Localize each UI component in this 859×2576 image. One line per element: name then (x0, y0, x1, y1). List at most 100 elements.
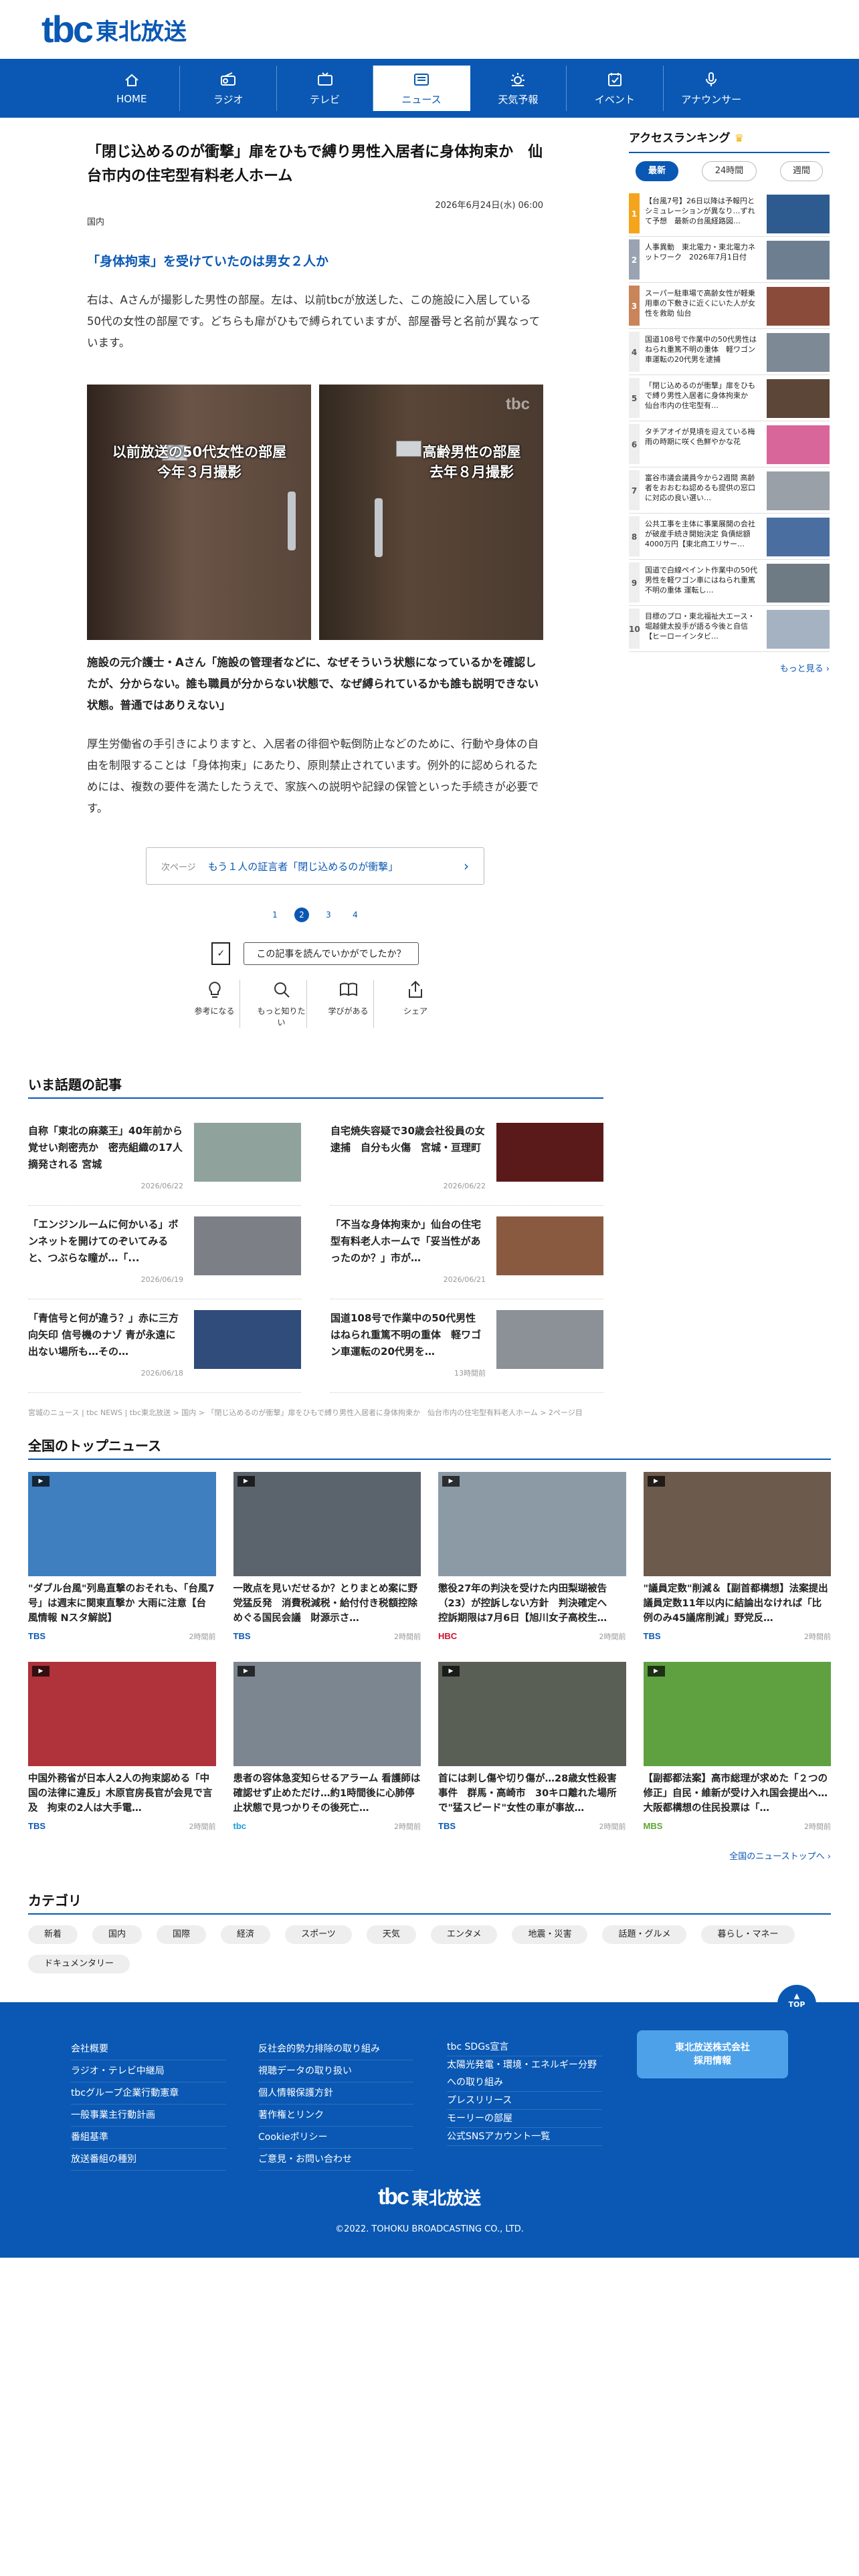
nav-item-4[interactable]: 天気予報 (470, 66, 567, 111)
top-news-card[interactable]: ▶ "ダブル台風"列島直撃のおそれも、「台風7号」は週末に関東直撃か 大雨に注意【… (28, 1472, 216, 1642)
hot-article-title: 「不当な身体拘束か」仙台の住宅型有料老人ホームで「妥当性があったのか？」市が… 2… (330, 1216, 496, 1288)
reaction-button-0[interactable]: 参考になる (189, 980, 240, 1028)
reaction-button-1[interactable]: もっと知りたい (256, 980, 307, 1028)
ranking-more-link[interactable]: もっと見る › (629, 661, 830, 674)
footer-col-1: 会社概要 ラジオ・テレビ中継局 tbcグループ企業行動憲章 一般事業主行動計画 番組基準… (71, 2038, 226, 2171)
footer-link[interactable]: 著作権とリンク (258, 2105, 413, 2127)
logo-tbc: tbc (41, 8, 94, 50)
crown-icon: ♛ (734, 132, 744, 144)
category-chip[interactable]: 地震・災害 (512, 1925, 588, 1944)
ranking-tab-0[interactable]: 最新 (636, 161, 678, 181)
next-page-link[interactable]: 次ページ もう１人の証言者「閉じ込めるのが衝撃」 › (146, 847, 484, 885)
site-logo[interactable]: tbc 東北放送 (41, 11, 187, 48)
footer-link[interactable]: ラジオ・テレビ中継局 (71, 2060, 226, 2082)
footer-link[interactable]: 太陽光発電・環境・エネルギー分野への取り組み (447, 2056, 602, 2092)
footer-link[interactable]: tbc SDGs宣言 (447, 2038, 602, 2056)
nav-item-0[interactable]: HOME (84, 66, 181, 111)
ranking-item[interactable]: 8 公共工事を主体に事業展開の会社が破産手続き開始決定 負債総額4000万円【東北… (629, 514, 830, 560)
reaction-button-2[interactable]: 学びがある (323, 980, 374, 1028)
ranking-item[interactable]: 1 【台風7号】26日以降は予報円とシミュレーションが異なり…ずれて予想 最新の台… (629, 191, 830, 237)
footer-link[interactable]: 番組基準 (71, 2127, 226, 2149)
top-news-card[interactable]: ▶ 一敗点を見いだせるか？とりまとめ案に野党猛反発 消費税減税・給付付き税額控除め… (233, 1472, 421, 1642)
categories-title: カテゴリ (28, 1890, 831, 1915)
ranking-item[interactable]: 10 目標のプロ・東北福祉大エース・堀越健太投手が語る今後と自信【ヒーローインタビ… (629, 606, 830, 652)
article-category[interactable]: 国内 (87, 215, 543, 227)
door-handle-left (288, 492, 296, 550)
feedback-question: この記事を読んでいかがでしたか？ (244, 942, 419, 965)
footer-link[interactable]: 公式SNSアカウント一覧 (447, 2128, 602, 2146)
ranking-item-title: 【台風7号】26日以降は予報円とシミュレーションが異なり…ずれて予想 最新の台風… (645, 197, 755, 225)
hot-article-title: 「エンジンルームに何かいる」ボンネットを開けてのぞいてみると、つぶらな瞳が…「.… (28, 1216, 194, 1288)
category-chip[interactable]: 国際 (157, 1925, 207, 1944)
nav-label: 天気予報 (498, 93, 539, 106)
footer-link[interactable]: プレスリリース (447, 2092, 602, 2110)
category-chip[interactable]: 天気 (366, 1925, 416, 1944)
top-news-more-link[interactable]: 全国のニューストップへ › (28, 1849, 831, 1862)
hot-article-item[interactable]: 「エンジンルームに何かいる」ボンネットを開けてのぞいてみると、つぶらな瞳が…「.… (28, 1206, 301, 1299)
footer-link[interactable]: 反社会的勢力排除の取り組み (258, 2038, 413, 2060)
footer-link[interactable]: 個人情報保護方針 (258, 2082, 413, 2105)
hot-article-item[interactable]: 「不当な身体拘束か」仙台の住宅型有料老人ホームで「妥当性があったのか？」市が… 2… (330, 1206, 603, 1299)
recruit-button[interactable]: 東北放送株式会社 採用情報 (637, 2030, 788, 2078)
top-news-source: TBS (643, 1631, 661, 1641)
ranking-item[interactable]: 9 国道で白線ペイント作業中の50代男性を軽ワゴン車にはねられ重篤不明の重体 運転… (629, 560, 830, 606)
top-news-card[interactable]: ▶ 懲役27年の判決を受けた内田梨瑚被告（23）が控訴しない方針 判決確定へ 控訴… (438, 1472, 626, 1642)
reaction-button-3[interactable]: シェア (390, 980, 441, 1028)
top-news-card[interactable]: ▶ 中国外務省が日本人2人の拘束認める「中国の法律に違反」木原官房長官が会見で言及… (28, 1662, 216, 1832)
category-chip[interactable]: 新着 (28, 1925, 78, 1944)
category-chip[interactable]: 国内 (92, 1925, 142, 1944)
radio-icon (221, 72, 236, 86)
top-news-card[interactable]: ▶ 【副都都法案】高市総理が求めた「２つの修正」自民・維新が受け入れ国会提出へ…大… (643, 1662, 831, 1832)
category-chip[interactable]: 話題・グルメ (602, 1925, 687, 1944)
page-link-2[interactable]: 2 (294, 907, 309, 922)
footer-link[interactable]: モーリーの部屋 (447, 2110, 602, 2128)
page-link-4[interactable]: 4 (348, 907, 363, 922)
footer-link[interactable]: ご意見・お問い合わせ (258, 2149, 413, 2171)
top-news-thumbnail: ▶ (643, 1472, 831, 1576)
nav-item-1[interactable]: ラジオ (180, 66, 277, 111)
hot-article-item[interactable]: 自称「東北の麻薬王」40年前から覚せい剤密売か 密売組織の17人摘発される 宮城… (28, 1112, 301, 1206)
top-news-card[interactable]: ▶ 患者の容体急変知らせるアラーム 看護師は確認せず止めただけ…約1時間後に心肺停… (233, 1662, 421, 1832)
nav-item-5[interactable]: イベント (567, 66, 664, 111)
footer-link[interactable]: tbcグループ企業行動憲章 (71, 2082, 226, 2105)
hot-article-item[interactable]: 「青信号と何が違う？」赤に三方向矢印 信号機のナゾ 青が永遠に出ない場所も…その… (28, 1299, 301, 1393)
ranking-item[interactable]: 2 人事異動 東北電力・東北電力ネットワーク 2026年7月1日付 (629, 237, 830, 283)
nav-item-2[interactable]: テレビ (277, 66, 374, 111)
back-to-top-button[interactable]: ▲ TOP (777, 1985, 816, 2024)
ranking-item-title: 国道で白線ペイント作業中の50代男性を軽ワゴン車にはねられ重篤不明の重体 運転し… (645, 566, 757, 595)
category-chip[interactable]: エンタメ (430, 1925, 498, 1944)
top-news-card[interactable]: ▶ 首には刺し傷や切り傷が…28歳女性殺害事件 群馬・高崎市 30キロ離れた場所で… (438, 1662, 626, 1832)
footer-link[interactable]: 視聴データの取り扱い (258, 2060, 413, 2082)
ranking-tab-1[interactable]: 24時間 (702, 161, 757, 181)
footer-link[interactable]: 会社概要 (71, 2038, 226, 2060)
ranking-item[interactable]: 4 国道108号で作業中の50代男性はねられ重篤不明の重体 軽ワゴン車運転の20代… (629, 329, 830, 375)
top-news-title: 【副都都法案】高市総理が求めた「２つの修正」自民・維新が受け入れ国会提出へ…大阪… (643, 1774, 828, 1814)
nav-item-3[interactable]: ニュース (373, 66, 470, 111)
footer-link[interactable]: 一般事業主行動計画 (71, 2105, 226, 2127)
hot-article-thumbnail (194, 1310, 301, 1369)
photo-left-door (87, 385, 311, 640)
category-chip[interactable]: 暮らし・マネー (701, 1925, 795, 1944)
ranking-item-title: 目標のプロ・東北福祉大エース・堀越健太投手が語る今後と自信【ヒーローインタビ… (645, 612, 755, 641)
footer-logo[interactable]: tbc 東北放送 (0, 2184, 859, 2210)
ranking-tab-2[interactable]: 週間 (780, 161, 823, 181)
breadcrumb[interactable]: 宮城のニュース | tbc NEWS | tbc東北放送 > 国内 > 「閉じ込… (28, 1407, 583, 1418)
category-chip[interactable]: 経済 (221, 1925, 271, 1944)
hot-article-item[interactable]: 国道108号で作業中の50代男性はねられ重篤不明の重体 軽ワゴン車運転の20代男… (330, 1299, 603, 1393)
page-link-1[interactable]: 1 (268, 907, 282, 922)
ranking-item[interactable]: 6 タチアオイが見頃を迎えている梅雨の時期に咲く色鮮やかな花 (629, 421, 830, 467)
category-chip[interactable]: ドキュメンタリー (28, 1955, 130, 1973)
category-chip[interactable]: スポーツ (285, 1925, 352, 1944)
hot-article-item[interactable]: 自宅焼失容疑で30歳会社役員の女逮捕 自分も火傷 宮城・亘理町 2026/06/2… (330, 1112, 603, 1206)
article-paragraph-2: 厚生労働省の手引きによりますと、入居者の徘徊や転倒防止などのために、行動や身体の… (87, 738, 539, 815)
footer-link[interactable]: 放送番組の種別 (71, 2149, 226, 2171)
ranking-item[interactable]: 5 「閉じ込めるのが衝撃」扉をひもで縛り男性入居者に身体拘束か 仙台市内の住宅型有… (629, 375, 830, 421)
ranking-item[interactable]: 7 富谷市議会議員今から2週間 高齢者をおおむね認めるも提供の窓口に対応の良い選い… (629, 467, 830, 514)
footer-link[interactable]: Cookieポリシー (258, 2127, 413, 2149)
play-video-icon: ▶ (237, 1666, 255, 1677)
page-link-3[interactable]: 3 (321, 907, 336, 922)
hot-article-thumbnail (496, 1123, 603, 1182)
ranking-item[interactable]: 3 スーパー駐車場で高齢女性が軽乗用車の下敷きに近くにいた人が女性を救助 仙台 (629, 283, 830, 329)
nav-item-6[interactable]: アナウンサー (664, 66, 759, 111)
top-news-card[interactable]: ▶ "議員定数"削減＆【副首都構想】法案提出 議員定数11年以内に結論出なければ「… (643, 1472, 831, 1642)
